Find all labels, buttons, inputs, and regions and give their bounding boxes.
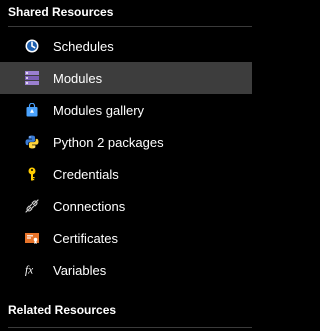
header-divider — [8, 26, 252, 27]
sidebar-item-label: Certificates — [53, 230, 119, 246]
fx-icon: fx — [25, 263, 39, 277]
clock-icon — [25, 39, 39, 53]
sidebar-item-variables[interactable]: fx Variables — [0, 254, 252, 286]
sidebar-item-label: Python 2 packages — [53, 134, 164, 150]
sidebar-item-credentials[interactable]: Credentials — [0, 158, 252, 190]
sidebar-item-certificates[interactable]: Certificates — [0, 222, 252, 254]
sidebar-item-label: Variables — [53, 262, 107, 278]
header-divider — [8, 327, 252, 328]
shared-resources-header: Shared Resources — [8, 5, 114, 19]
gallery-bag-icon — [25, 103, 39, 117]
sidebar-item-label: Connections — [53, 198, 126, 214]
python-icon — [25, 135, 39, 149]
sidebar-item-label: Schedules — [53, 38, 114, 54]
sidebar-item-modules[interactable]: Modules — [0, 62, 252, 94]
sidebar-item-schedules[interactable]: Schedules — [0, 30, 252, 62]
sidebar-item-label: Modules gallery — [53, 102, 145, 118]
sidebar-item-modules-gallery[interactable]: Modules gallery — [0, 94, 252, 126]
plug-icon — [25, 199, 39, 213]
related-resources-header: Related Resources — [8, 303, 117, 317]
sidebar-item-label: Credentials — [53, 166, 119, 182]
svg-text:fx: fx — [25, 265, 33, 277]
key-icon — [25, 167, 39, 181]
sidebar-item-label: Modules — [53, 70, 103, 86]
sidebar-item-python-2-packages[interactable]: Python 2 packages — [0, 126, 252, 158]
certificate-icon — [25, 231, 39, 245]
sidebar-item-connections[interactable]: Connections — [0, 190, 252, 222]
sidebar-panel: Shared Resources Schedules Modules Modul… — [0, 0, 252, 331]
modules-icon — [25, 71, 39, 85]
